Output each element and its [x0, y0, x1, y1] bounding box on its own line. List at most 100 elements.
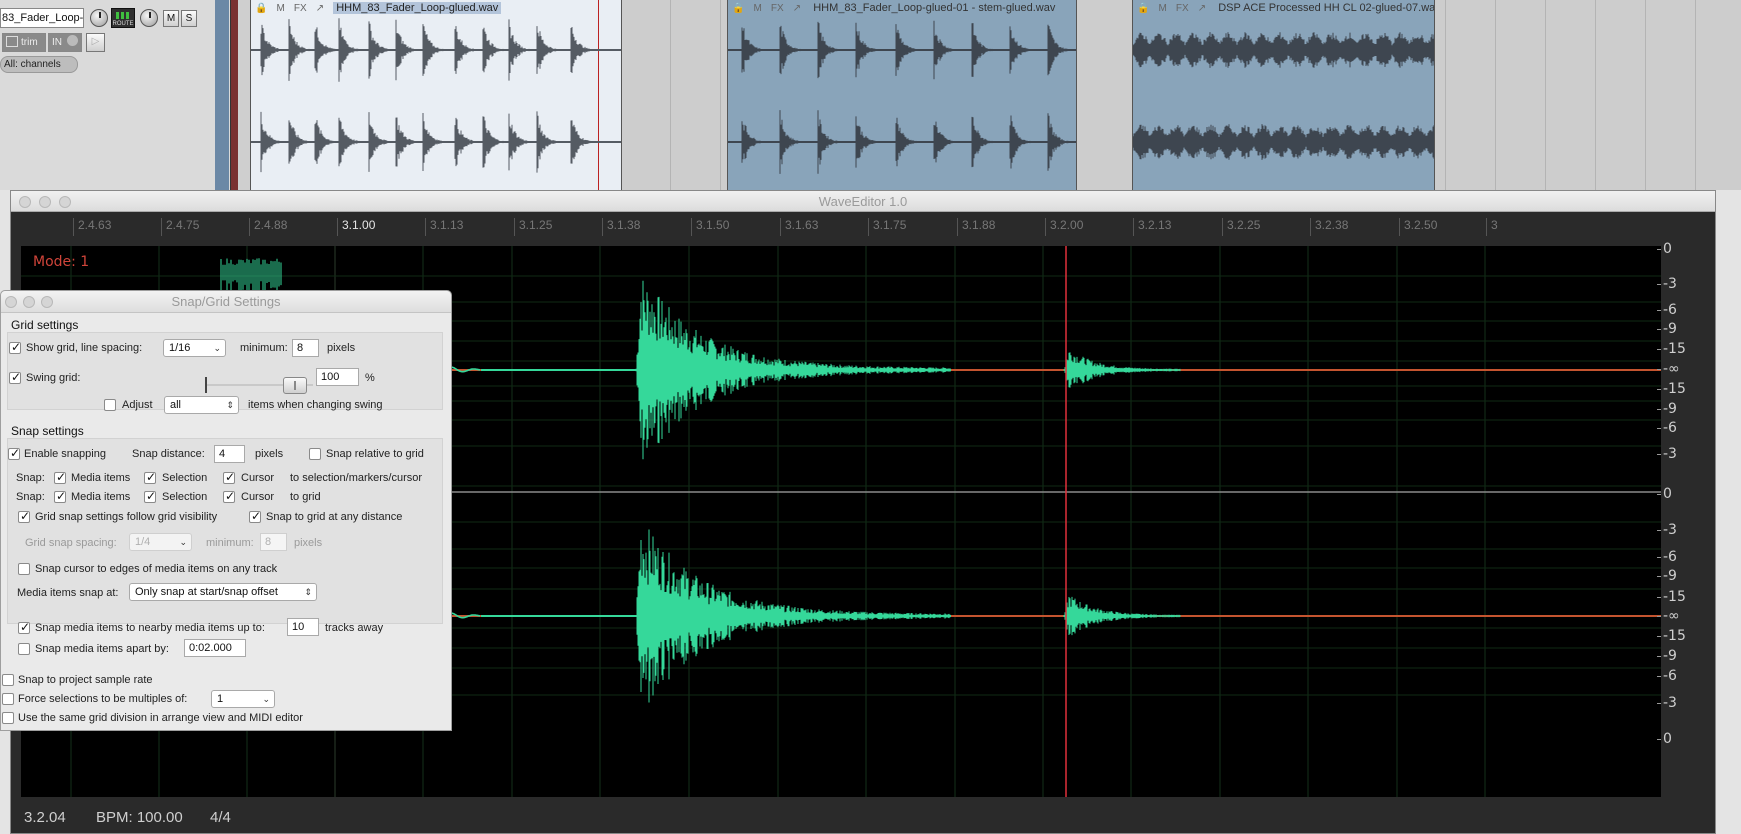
- selection-label: Selection: [162, 491, 208, 503]
- minimum-input[interactable]: 8: [292, 339, 319, 357]
- db-scale-label: -15: [1657, 628, 1686, 644]
- position-readout: 3.2.04: [24, 809, 66, 826]
- grid-selection-checkbox[interactable]: [144, 489, 156, 503]
- force-multiples-label: Force selections to be multiples of:: [18, 693, 188, 705]
- snap-apart-input[interactable]: 0:02.000: [184, 639, 246, 657]
- db-scale-label: 0: [1657, 241, 1672, 257]
- volume-knob[interactable]: [90, 9, 108, 27]
- same-division-checkbox[interactable]: [2, 712, 14, 724]
- db-scale-label: -3: [1657, 276, 1677, 292]
- enable-snapping-checkbox[interactable]: [8, 446, 20, 460]
- lock-icon: 🔒: [732, 3, 745, 14]
- ruler-tick-label: 2.4.75: [161, 218, 199, 236]
- nearby-tracks-input[interactable]: 10: [287, 618, 319, 636]
- db-scale-label: -∞: [1657, 361, 1680, 377]
- force-multiples-checkbox[interactable]: [2, 693, 14, 705]
- zoom-button[interactable]: [59, 196, 71, 208]
- media-snap-at-value: Only snap at start/snap offset: [135, 586, 278, 598]
- item-mute-label[interactable]: M: [754, 3, 762, 14]
- db-scale-label: -9: [1657, 648, 1677, 664]
- to-grid-label: to grid: [290, 491, 321, 503]
- track-name-field[interactable]: 83_Fader_Loop-g: [0, 8, 84, 28]
- selection-label: Selection: [162, 472, 208, 484]
- channels-label: All: channels: [4, 59, 61, 70]
- mute-button[interactable]: M: [163, 10, 179, 27]
- follow-visibility-checkbox[interactable]: [18, 509, 30, 523]
- snap-distance-input[interactable]: 4: [214, 445, 245, 463]
- item-name: DSP ACE Processed HH CL 02-glued-07.wav: [1218, 2, 1435, 14]
- zoom-button[interactable]: [41, 296, 53, 308]
- trim-envelope-button[interactable]: trim: [2, 33, 46, 52]
- multiples-select[interactable]: 1 ⌄: [211, 690, 275, 708]
- solo-button[interactable]: S: [181, 10, 197, 27]
- arm-arrow-button[interactable]: ▷: [86, 33, 105, 52]
- adjust-select[interactable]: all ⇕: [164, 396, 239, 414]
- media-items-area[interactable]: 🔒 M FX ↗ HHM_83_Fader_Loop-glued.wav 🔒 M…: [250, 0, 1741, 190]
- snap-cursor-edges-checkbox[interactable]: [18, 563, 30, 575]
- snap-cursor-checkbox[interactable]: [223, 470, 235, 484]
- grid-snap-spacing-select[interactable]: 1/4 ⌄: [129, 533, 192, 551]
- snap-media-items-checkbox[interactable]: [54, 470, 66, 484]
- db-scale-label: -15: [1657, 381, 1686, 397]
- chevron-down-icon: [66, 35, 78, 46]
- close-button[interactable]: [5, 296, 17, 308]
- pan-knob[interactable]: [140, 9, 158, 27]
- snap-relative-checkbox[interactable]: [309, 448, 321, 460]
- db-scale-label: -15: [1657, 341, 1686, 357]
- ruler-tick-label: 3.1.75: [868, 218, 906, 236]
- wave-editor-title: WaveEditor 1.0: [818, 194, 908, 209]
- input-label: IN: [52, 37, 62, 48]
- media-snap-at-label: Media items snap at:: [17, 587, 119, 599]
- adjust-checkbox[interactable]: [104, 399, 116, 411]
- project-rate-checkbox[interactable]: [2, 674, 14, 686]
- percent-label: %: [365, 372, 375, 384]
- swing-slider-thumb[interactable]: [283, 377, 307, 394]
- input-button[interactable]: IN: [48, 33, 82, 52]
- snap-relative-label: Snap relative to grid: [326, 448, 424, 460]
- minimize-button[interactable]: [23, 296, 35, 308]
- any-distance-checkbox[interactable]: [249, 509, 261, 523]
- grid-minimum-input[interactable]: 8: [260, 533, 287, 551]
- swing-grid-checkbox[interactable]: [9, 370, 21, 384]
- dialog-titlebar[interactable]: Snap/Grid Settings: [1, 291, 451, 313]
- pixels-label: pixels: [327, 342, 356, 354]
- snap-nearby-checkbox[interactable]: [18, 620, 30, 634]
- trim-label: trim: [21, 37, 38, 48]
- grid-snap-spacing-label: Grid snap spacing:: [25, 537, 117, 549]
- minimize-button[interactable]: [39, 196, 51, 208]
- item-fx-label[interactable]: FX: [771, 3, 784, 14]
- ruler-tick-label: 3.1.13: [425, 218, 463, 236]
- grid-media-items-checkbox[interactable]: [54, 489, 66, 503]
- item-mute-label[interactable]: M: [277, 3, 285, 14]
- ruler-tick-label: 3.2.25: [1222, 218, 1260, 236]
- db-scale-label: -3: [1657, 695, 1677, 711]
- lock-icon: 🔒: [255, 3, 268, 14]
- route-button[interactable]: ROUTE: [111, 8, 135, 28]
- snap-row2-label: Snap:: [16, 491, 45, 503]
- adjust-label: Adjust: [122, 399, 153, 411]
- grid-cursor-checkbox[interactable]: [223, 489, 235, 503]
- swing-amount-input[interactable]: 100: [316, 368, 359, 386]
- snap-apart-checkbox[interactable]: [18, 643, 30, 655]
- media-item[interactable]: 🔒 M FX ↗ DSP ACE Processed HH CL 02-glue…: [1132, 0, 1435, 190]
- media-snap-at-select[interactable]: Only snap at start/snap offset ⇕: [129, 583, 317, 601]
- close-button[interactable]: [19, 196, 31, 208]
- timeline-ruler[interactable]: 2.4.63 2.4.75 2.4.88 3.1.00 3.1.13 3.1.25 3.1.…: [21, 216, 1661, 238]
- ruler-tick-label: 3.2.00: [1045, 218, 1083, 236]
- line-spacing-select[interactable]: 1/16 ⌄: [163, 339, 226, 357]
- channels-selector[interactable]: All: channels: [0, 56, 78, 73]
- ruler-tick-label: 3.1.00: [337, 218, 375, 236]
- item-fx-label[interactable]: FX: [294, 3, 307, 14]
- item-mute-label[interactable]: M: [1159, 3, 1167, 14]
- media-item[interactable]: 🔒 M FX ↗ HHM_83_Fader_Loop-glued-01 - st…: [727, 0, 1077, 190]
- wave-editor-titlebar[interactable]: WaveEditor 1.0: [11, 191, 1715, 212]
- envelope-icon: [6, 36, 18, 47]
- db-scale-label: -3: [1657, 446, 1677, 462]
- track-meter: [230, 0, 238, 190]
- media-item[interactable]: 🔒 M FX ↗ HHM_83_Fader_Loop-glued.wav: [250, 0, 622, 190]
- envelope-lane[interactable]: [215, 0, 229, 190]
- cursor-label: Cursor: [241, 472, 275, 484]
- item-fx-label[interactable]: FX: [1176, 3, 1189, 14]
- show-grid-checkbox[interactable]: [9, 340, 21, 354]
- snap-selection-checkbox[interactable]: [144, 470, 156, 484]
